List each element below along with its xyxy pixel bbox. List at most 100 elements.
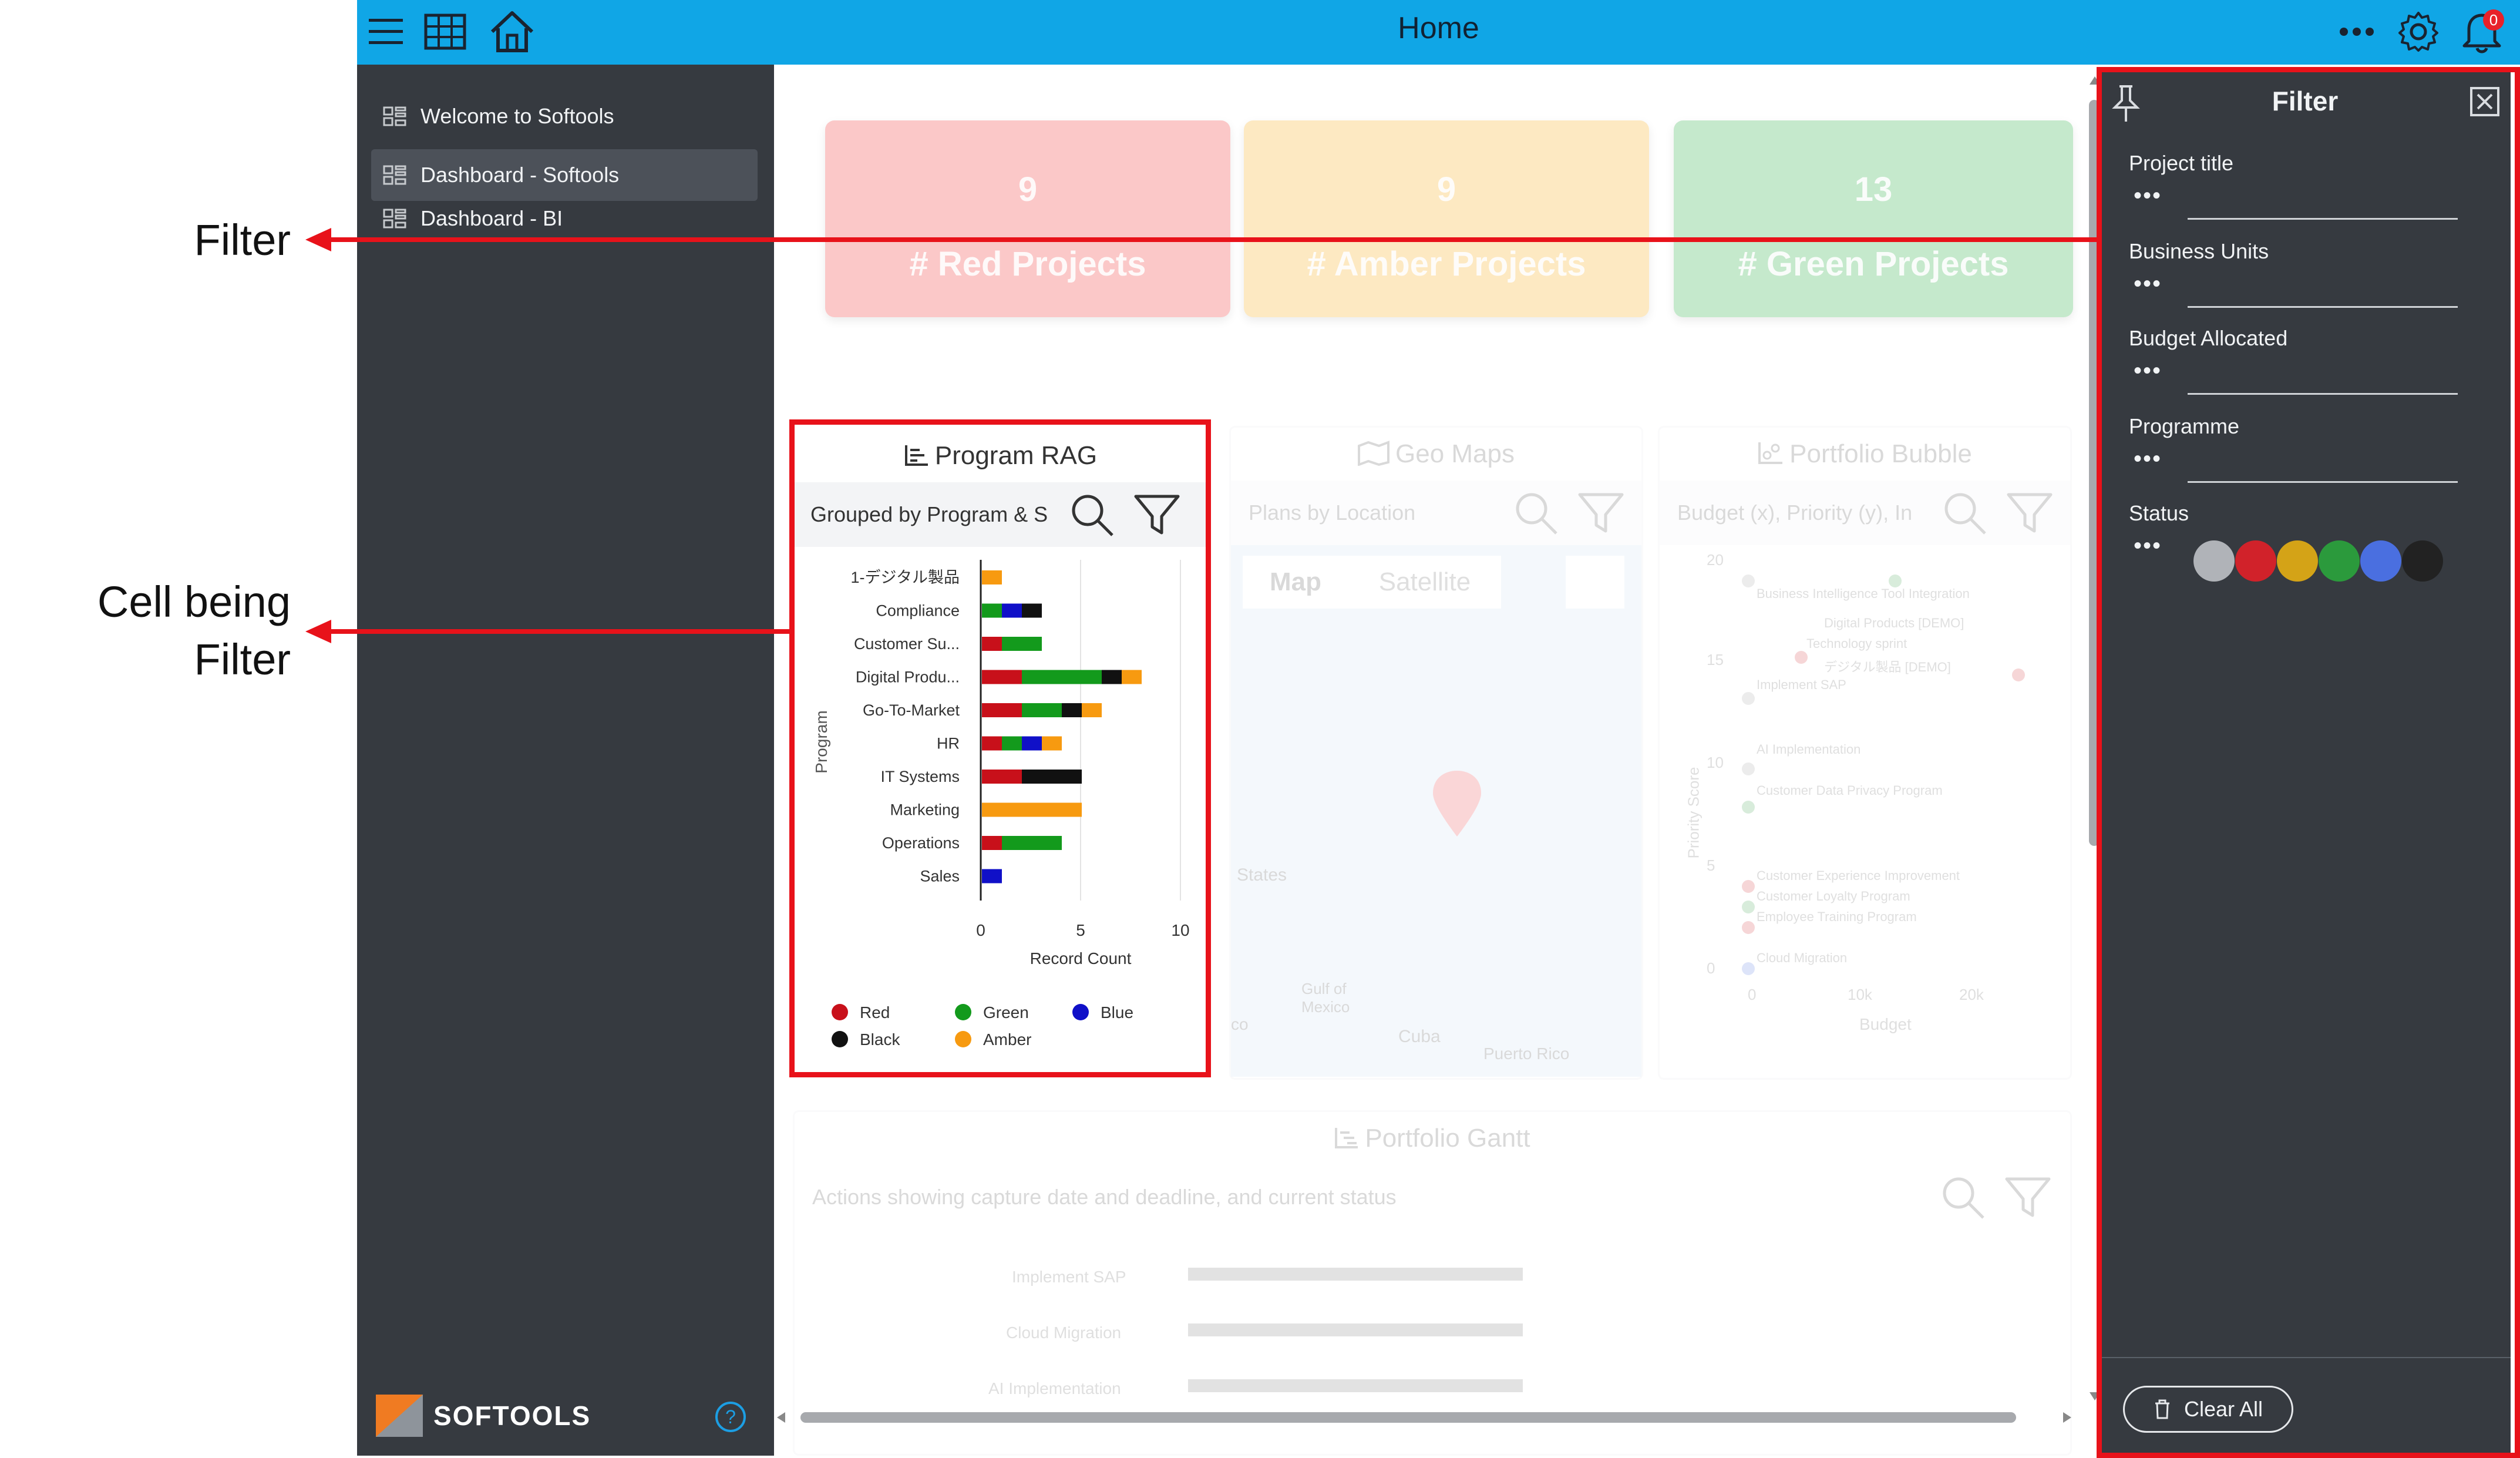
kpi-value: 9 (1436, 170, 1456, 209)
help-icon[interactable]: ? (715, 1402, 746, 1432)
horizontal-scroll-thumb[interactable] (800, 1412, 2016, 1423)
card-subtitle-bar: Budget (x), Priority (y), In (1660, 481, 2070, 545)
bubble-point[interactable] (1742, 921, 1755, 934)
bubble-ytick: 20 (1707, 551, 1724, 569)
bubble-label: Technology sprint (1806, 636, 1907, 651)
filter-arrow-line (329, 237, 2098, 242)
bubble-point[interactable] (1795, 651, 1808, 664)
filter-icon[interactable] (2004, 1175, 2051, 1220)
card-title: Geo Maps (1231, 428, 1641, 481)
sidebar-item-dashboard-bi[interactable]: Dashboard - BI (371, 206, 758, 231)
kpi-label: # Amber Projects (1307, 245, 1586, 283)
card-subtitle: Plans by Location (1249, 500, 1416, 525)
bubble-label: Digital Products [DEMO] (1824, 616, 1964, 630)
card-title-text: Portfolio Bubble (1789, 439, 1972, 468)
filter-arrow-head (305, 228, 331, 251)
filter-icon[interactable] (2006, 491, 2053, 536)
cell-annotation-line1: Cell being (97, 577, 291, 626)
bubble-label: Customer Experience Improvement (1757, 868, 1960, 883)
cell-arrow-head (305, 620, 331, 643)
bubble-ytick: 5 (1707, 856, 1715, 874)
bubble-point[interactable] (1742, 801, 1755, 814)
filter-icon[interactable] (1577, 491, 1624, 536)
dashboard-icon (383, 165, 406, 185)
bubble-xtick: 0 (1748, 986, 1757, 1003)
bubble-point[interactable] (1742, 692, 1755, 705)
card-title: Portfolio Bubble (1660, 428, 2070, 481)
gantt-row-label: Cloud Migration (1006, 1323, 1122, 1342)
kpi-amber-projects[interactable]: 9 # Amber Projects (1244, 120, 1649, 317)
geo-maps-card[interactable]: Geo Maps Plans by Location Map Satellite… (1229, 426, 1643, 1080)
gantt-bar[interactable] (1188, 1323, 1523, 1336)
brand-name: SOFTOOLS (433, 1400, 591, 1431)
portfolio-bubble-card[interactable]: Portfolio Bubble Budget (x), Priority (y… (1658, 426, 2072, 1080)
sidebar-item-dashboard-softools[interactable]: Dashboard - Softools (371, 149, 758, 201)
map-tab-toggle: Map Satellite (1243, 556, 1501, 609)
card-subtitle: Actions showing capture date and deadlin… (812, 1185, 1397, 1209)
gantt-bar[interactable] (1188, 1379, 1523, 1392)
sidebar-item-label: Welcome to Softools (420, 104, 614, 128)
portfolio-gantt-card[interactable]: Portfolio Gantt Actions showing capture … (793, 1110, 2072, 1456)
kpi-red-projects[interactable]: 9 # Red Projects (825, 120, 1230, 317)
program-rag-highlight (789, 419, 1211, 1077)
map-label-co: co (1231, 1015, 1249, 1033)
card-subtitle-bar: Plans by Location (1231, 481, 1641, 545)
kpi-value: 9 (1018, 170, 1038, 209)
kpi-green-projects[interactable]: 13 # Green Projects (1674, 120, 2073, 317)
sidebar-item-label: Dashboard - BI (420, 206, 563, 230)
hamburger-menu-icon[interactable] (365, 8, 406, 55)
bubble-ytick: 15 (1707, 651, 1724, 668)
bubble-point[interactable] (2012, 668, 2025, 681)
bubble-label: デジタル製品 [DEMO] (1824, 660, 1951, 674)
more-options-icon[interactable] (2336, 8, 2377, 55)
bubble-point[interactable] (1889, 575, 1902, 587)
dashboard-icon (383, 209, 406, 229)
map-area[interactable]: Map Satellite States Gulf of Mexico Cuba… (1231, 545, 1641, 1077)
search-icon[interactable] (1513, 490, 1560, 537)
settings-gear-icon[interactable] (2396, 8, 2441, 55)
search-icon[interactable] (1942, 490, 1989, 537)
scroll-right-arrow[interactable] (2063, 1412, 2071, 1423)
notifications-bell-icon[interactable]: 0 (2458, 8, 2505, 55)
softools-logo: SOFTOOLS (376, 1395, 591, 1437)
map-label-cuba: Cuba (1398, 1027, 1441, 1046)
sidebar-item-welcome[interactable]: Welcome to Softools (371, 90, 758, 142)
bubble-y-axis-label: Priority Score (1684, 767, 1703, 859)
bubble-label: Implement SAP (1757, 677, 1846, 692)
gantt-row-label: AI Implementation (988, 1379, 1121, 1397)
card-subtitle-bar: Actions showing capture date and deadlin… (795, 1165, 2070, 1229)
card-title-text: Geo Maps (1395, 439, 1515, 468)
map-tab[interactable]: Map (1243, 556, 1348, 609)
bubble-point[interactable] (1742, 575, 1755, 587)
bubble-label: Customer Data Privacy Program (1757, 783, 1943, 798)
kpi-label: # Red Projects (909, 245, 1146, 283)
search-icon[interactable] (1940, 1174, 1987, 1221)
horizontal-scrollbar[interactable] (777, 1409, 2087, 1426)
bubble-point[interactable] (1742, 901, 1755, 913)
fullscreen-icon[interactable] (1566, 556, 1624, 609)
map-icon (1358, 441, 1389, 466)
bubble-chart-area: Priority Score 20 15 10 5 0 0 10k 20k Bu… (1660, 551, 2070, 1074)
sidebar: Welcome to Softools Dashboard - Softools… (357, 65, 774, 1456)
bubble-point[interactable] (1742, 962, 1755, 975)
grid-apps-icon[interactable] (423, 8, 467, 55)
softools-logo-mark (376, 1395, 423, 1437)
bubble-point[interactable] (1742, 880, 1755, 893)
home-icon[interactable] (487, 8, 537, 55)
bubble-xtick: 20k (1959, 986, 1984, 1003)
filter-panel-highlight (2097, 67, 2520, 1458)
cell-annotation-label: Cell being Filter (82, 573, 291, 688)
cell-annotation-line2: Filter (194, 635, 291, 684)
bubble-label: Cloud Migration (1757, 950, 1848, 965)
bubble-point[interactable] (1742, 762, 1755, 775)
map-label-puerto-rico: Puerto Rico (1483, 1044, 1570, 1063)
gantt-bar[interactable] (1188, 1268, 1523, 1281)
scroll-left-arrow[interactable] (777, 1412, 785, 1423)
notification-count-badge: 0 (2483, 9, 2504, 31)
bubble-ytick: 0 (1707, 959, 1715, 977)
map-label-gulf: Gulf of Mexico (1301, 980, 1350, 1016)
top-bar: Home 0 (357, 0, 2520, 65)
card-title-text: Portfolio Gantt (1365, 1124, 1530, 1153)
satellite-tab[interactable]: Satellite (1348, 556, 1501, 609)
sidebar-item-label: Dashboard - Softools (420, 163, 620, 187)
